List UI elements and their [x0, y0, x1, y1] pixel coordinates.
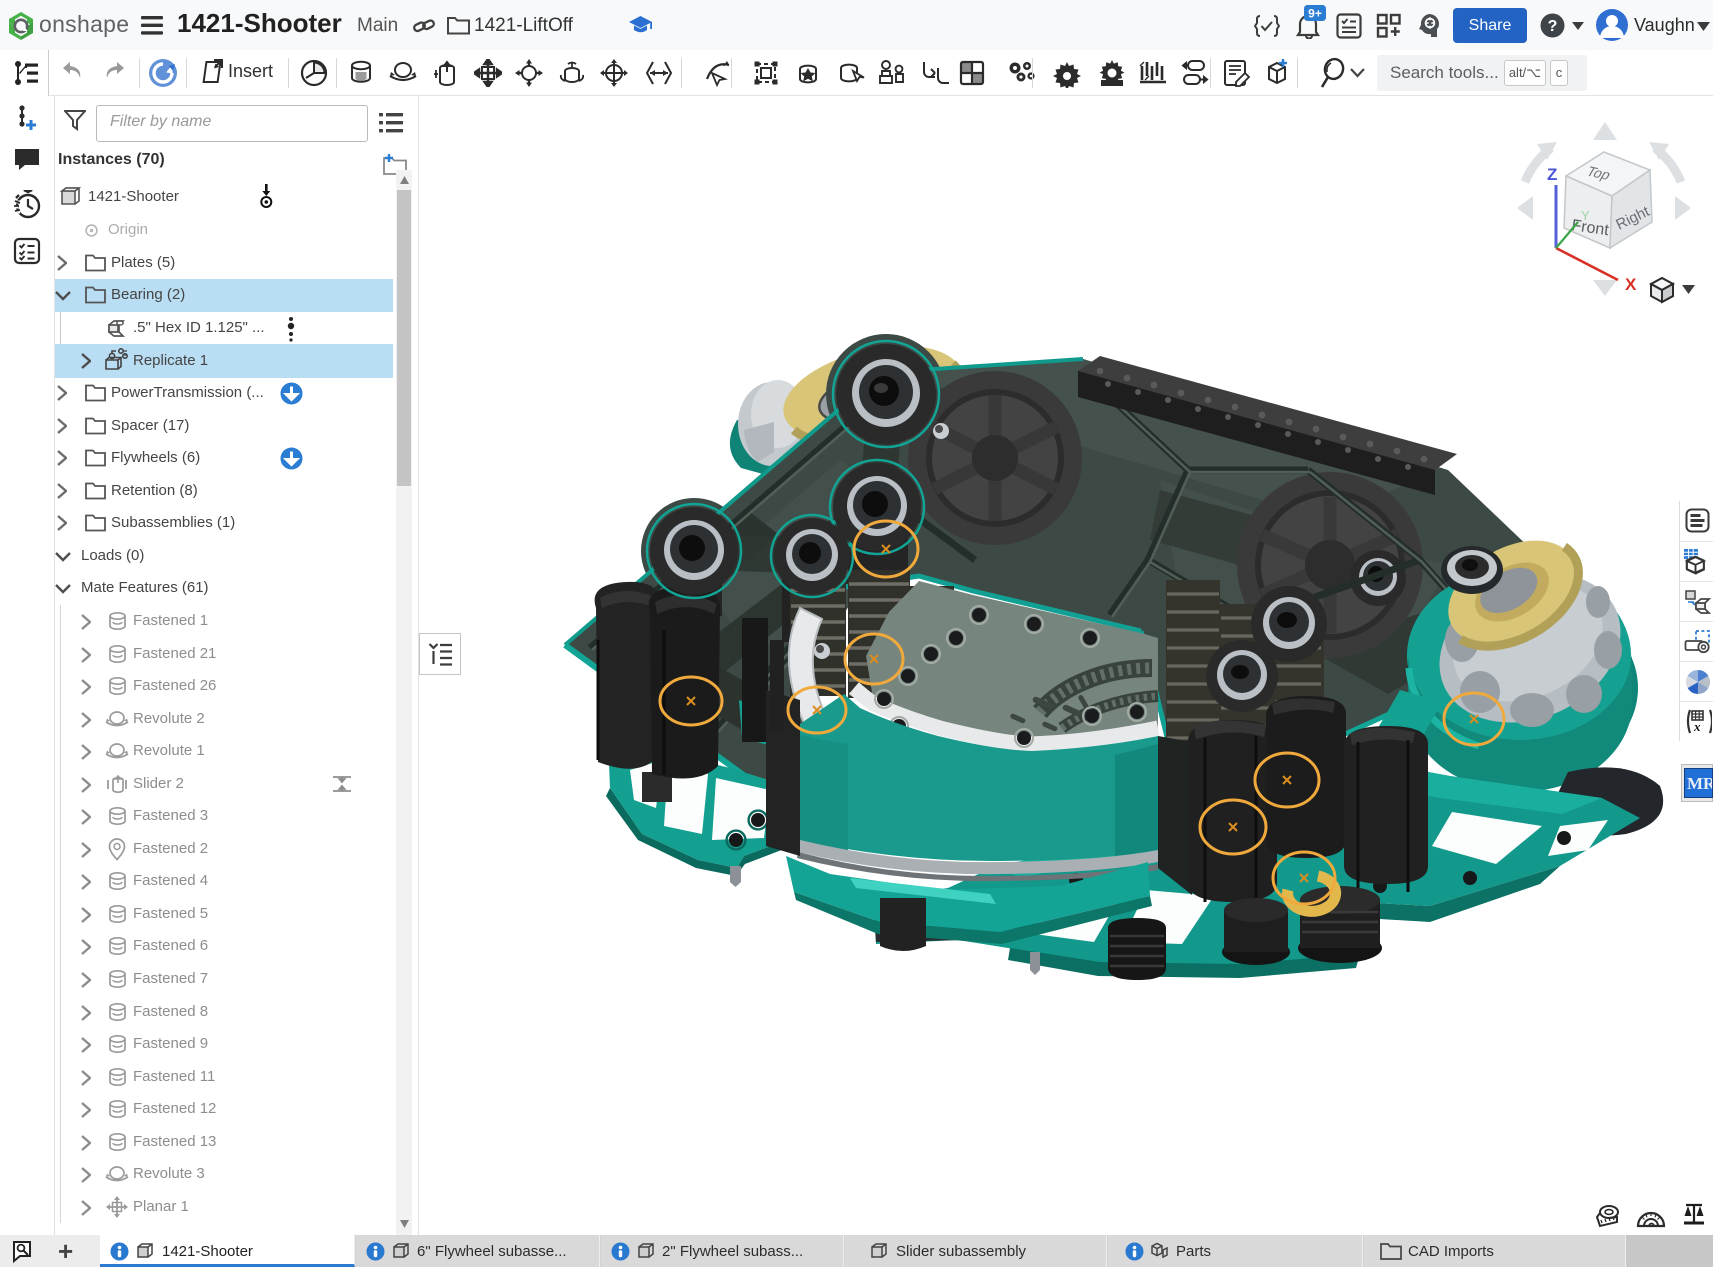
svg-text:?: ?: [1548, 18, 1558, 35]
svg-text:X: X: [1625, 275, 1637, 294]
svg-text:x: x: [1693, 719, 1701, 734]
svg-text:Y: Y: [1581, 208, 1590, 223]
svg-text:Z: Z: [1547, 165, 1557, 184]
svg-text:9+: 9+: [1308, 7, 1322, 21]
